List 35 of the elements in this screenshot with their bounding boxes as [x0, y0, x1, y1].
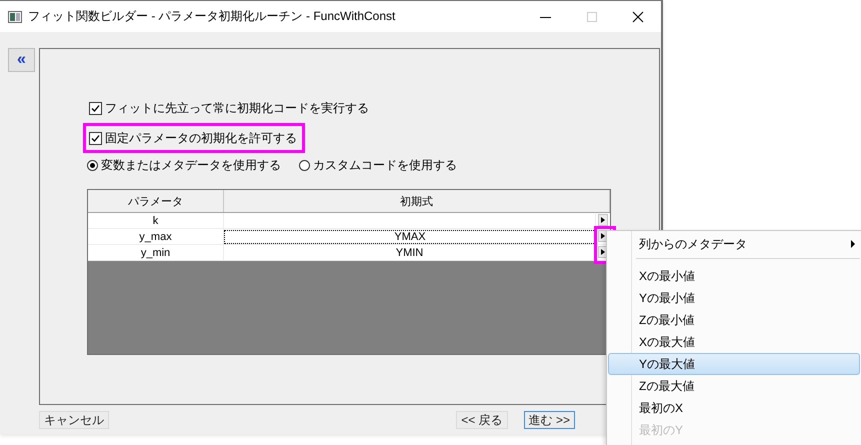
app-icon — [8, 10, 22, 22]
checkbox-label[interactable]: フィットに先立って常に初期化コードを実行する — [105, 100, 369, 116]
radio-label[interactable]: カスタムコードを使用する — [313, 156, 457, 174]
menu-item[interactable]: Zの最大値 — [608, 375, 860, 397]
table-cell[interactable]: YMAX — [224, 230, 596, 244]
arrow-icon — [601, 233, 605, 239]
column-header: 初期式 — [224, 190, 610, 212]
dialog-button[interactable]: 進む >> — [524, 411, 575, 429]
submenu-arrow-icon — [851, 240, 855, 248]
close-icon[interactable] — [632, 10, 644, 22]
menu-item[interactable]: Yの最小値 — [608, 287, 860, 309]
collapse-button[interactable]: « — [8, 48, 35, 72]
menu-item[interactable]: Yの最大値 — [608, 353, 860, 375]
table-cell: y_min — [88, 245, 224, 260]
dialog-button[interactable]: << 戻る — [456, 411, 508, 429]
menu-item[interactable]: Xの最大値 — [608, 331, 860, 353]
window-title: フィット関数ビルダー - パラメータ初期化ルーチン - FuncWithConst — [28, 8, 396, 25]
arrow-icon — [601, 217, 605, 223]
radio-label[interactable]: 変数またはメタデータを使用する — [101, 156, 281, 174]
dropdown-button[interactable] — [598, 214, 608, 226]
menu-item[interactable]: 最初のX — [608, 397, 860, 419]
menu-item[interactable]: 列からのメタデータ — [608, 233, 860, 255]
menu-item[interactable]: Zの最小値 — [608, 309, 860, 331]
column-header: パラメータ — [88, 190, 224, 212]
menu-item-label: 列からのメタデータ — [639, 236, 748, 252]
dialog-button[interactable]: キャンセル — [39, 411, 109, 429]
arrow-icon — [601, 249, 605, 255]
radio-button[interactable] — [87, 160, 98, 170]
table-cell: k — [88, 213, 224, 228]
radio-button[interactable] — [299, 160, 310, 170]
table-cell[interactable]: YMIN — [224, 246, 596, 259]
checkbox-label[interactable]: 固定パラメータの初期化を許可する — [105, 130, 297, 146]
checkbox[interactable] — [89, 132, 102, 144]
checkbox[interactable] — [89, 102, 102, 114]
menu-item[interactable]: Xの最小値 — [608, 265, 860, 287]
